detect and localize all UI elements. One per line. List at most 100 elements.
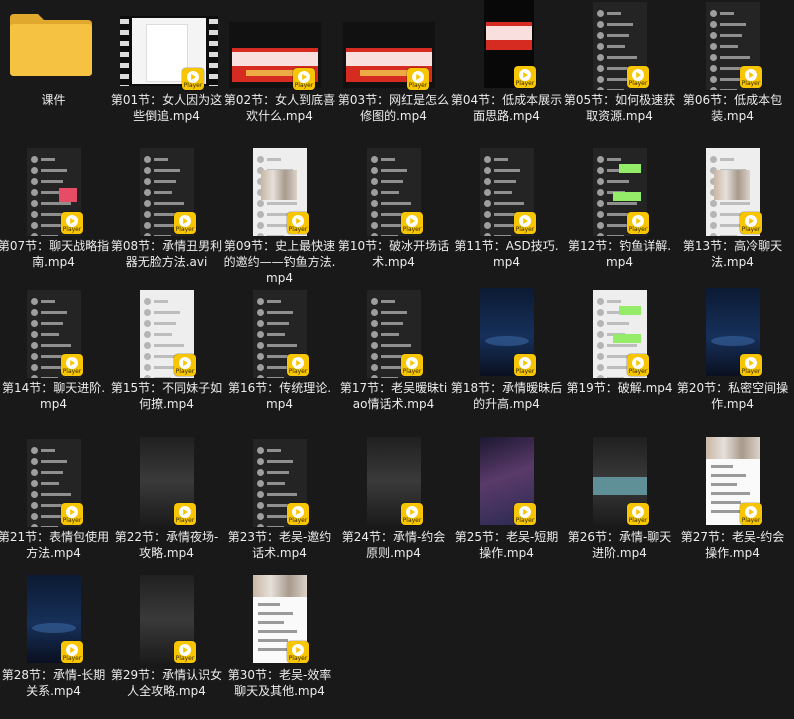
player-badge-label: Player bbox=[62, 226, 82, 233]
red-banner bbox=[486, 22, 532, 50]
chat-avatar bbox=[144, 156, 151, 163]
player-badge-icon: Player bbox=[514, 212, 536, 234]
chat-avatar bbox=[144, 178, 151, 185]
chat-avatar bbox=[144, 320, 151, 327]
chat-avatar bbox=[257, 469, 264, 476]
chat-avatar bbox=[371, 233, 378, 236]
chat-avatar bbox=[371, 331, 378, 338]
chat-avatar bbox=[144, 222, 151, 229]
file-name-label: 课件 bbox=[41, 93, 66, 107]
chat-message-line bbox=[154, 191, 172, 194]
chat-message-line bbox=[381, 300, 396, 303]
chat-message-line bbox=[720, 202, 750, 205]
video-thumbnail: Player bbox=[0, 575, 110, 665]
chat-avatar bbox=[144, 200, 151, 207]
file-name-label: 第15节：不同妹子如何撩.mp4 bbox=[110, 381, 223, 411]
chat-message-line bbox=[154, 366, 176, 369]
chat-message-line bbox=[720, 45, 738, 48]
player-badge-icon: Player bbox=[174, 503, 196, 525]
chat-message-line bbox=[607, 377, 625, 378]
video-thumbnail: Player bbox=[110, 0, 223, 90]
chat-message-line bbox=[154, 235, 172, 236]
chat-avatar bbox=[597, 178, 604, 185]
chat-message-line bbox=[381, 311, 408, 314]
chat-message-line bbox=[154, 322, 177, 325]
chat-avatar bbox=[31, 513, 38, 520]
chat-avatar bbox=[31, 200, 38, 207]
player-badge-label: Player bbox=[741, 226, 761, 233]
player-badge-icon: Player bbox=[401, 212, 423, 234]
file-grid: 课件 Player 第01节：女人因为这些倒追.mp4 Player 第02节：女人到底… bbox=[0, 0, 794, 719]
player-badge-icon: Player bbox=[740, 354, 762, 376]
chat-avatar bbox=[710, 76, 717, 83]
chat-avatar bbox=[257, 513, 264, 520]
chat-message-line bbox=[41, 224, 63, 227]
chat-avatar bbox=[257, 447, 264, 454]
chat-avatar bbox=[31, 469, 38, 476]
chat-avatar bbox=[710, 65, 717, 72]
video-thumbnail: Player bbox=[0, 437, 110, 527]
chat-avatar bbox=[597, 342, 604, 349]
chat-avatar bbox=[710, 21, 717, 28]
file-name-label: 第17节：老吴暧昧tiao情话术.mp4 bbox=[339, 381, 448, 411]
chat-message-line bbox=[381, 377, 399, 378]
video-thumbnail: Player bbox=[223, 575, 336, 665]
chat-message-line bbox=[267, 449, 282, 452]
chat-message-line bbox=[381, 158, 396, 161]
chat-avatar bbox=[484, 222, 491, 229]
chat-avatar bbox=[31, 211, 38, 218]
chat-avatar bbox=[257, 353, 264, 360]
chat-message-line bbox=[494, 191, 512, 194]
chat-message-line bbox=[381, 202, 411, 205]
player-badge-icon: Player bbox=[287, 354, 309, 376]
file-name-label: 第10节：破冰开场话术.mp4 bbox=[337, 239, 450, 269]
text-line bbox=[258, 621, 284, 624]
chat-avatar bbox=[371, 342, 378, 349]
chat-message-line bbox=[720, 224, 742, 227]
chat-message-line bbox=[720, 78, 742, 81]
chat-message-line bbox=[154, 311, 181, 314]
player-badge-label: Player bbox=[628, 80, 648, 87]
player-badge-icon: Player bbox=[287, 641, 309, 663]
player-badge-label: Player bbox=[294, 82, 314, 89]
player-badge-label: Player bbox=[175, 655, 195, 662]
file-name-label: 第08节：承情丑男利器无脸方法.avi bbox=[110, 239, 223, 269]
player-badge-icon: Player bbox=[182, 68, 204, 90]
chat-message-line bbox=[41, 311, 68, 314]
chat-avatar bbox=[597, 43, 604, 50]
chat-message-line bbox=[607, 12, 622, 15]
player-badge-label: Player bbox=[515, 226, 535, 233]
chat-avatar bbox=[144, 233, 151, 236]
player-badge-icon: Player bbox=[61, 641, 83, 663]
chat-message-line bbox=[607, 202, 637, 205]
video-thumbnail: Player bbox=[450, 288, 563, 378]
chat-avatar bbox=[31, 331, 38, 338]
video-thumbnail: Player bbox=[223, 146, 336, 236]
chat-avatar bbox=[144, 189, 151, 196]
chat-avatar bbox=[710, 222, 717, 229]
chat-avatar bbox=[144, 353, 151, 360]
chat-avatar bbox=[484, 156, 491, 163]
player-badge-label: Player bbox=[741, 368, 761, 375]
video-thumbnail: Player bbox=[223, 0, 336, 90]
chat-message-line bbox=[720, 23, 747, 26]
chat-message-line bbox=[154, 300, 169, 303]
file-name-label: 第14节：聊天进阶.mp4 bbox=[1, 381, 106, 411]
player-badge-label: Player bbox=[175, 368, 195, 375]
banner-title-line bbox=[486, 26, 532, 40]
chat-message-line bbox=[41, 449, 56, 452]
chat-message-line bbox=[381, 333, 399, 336]
chat-message-line bbox=[607, 78, 629, 81]
player-badge-icon: Player bbox=[174, 212, 196, 234]
chat-avatar bbox=[597, 320, 604, 327]
chat-avatar bbox=[597, 200, 604, 207]
player-badge-label: Player bbox=[628, 517, 648, 524]
player-badge-icon: Player bbox=[514, 66, 536, 88]
chat-message-line bbox=[381, 344, 411, 347]
chat-avatar bbox=[31, 375, 38, 378]
chat-message-line bbox=[41, 235, 59, 236]
chat-message-line bbox=[267, 515, 289, 518]
chat-avatar bbox=[144, 309, 151, 316]
player-badge-icon: Player bbox=[627, 66, 649, 88]
chat-avatar bbox=[31, 342, 38, 349]
